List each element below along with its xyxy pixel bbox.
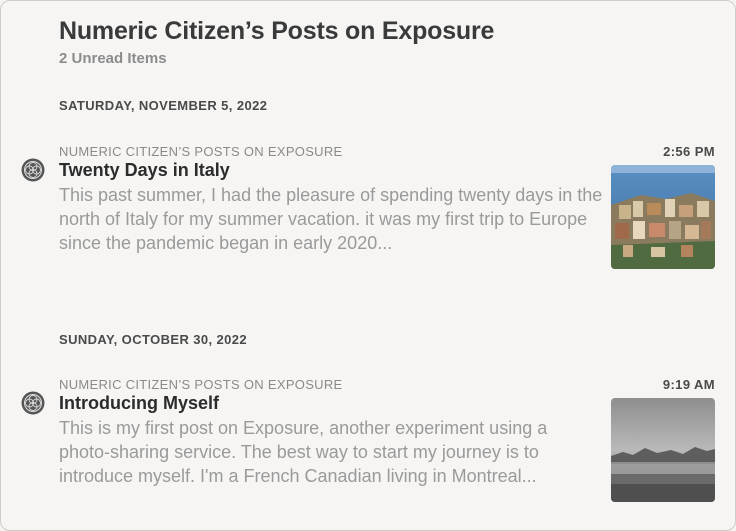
article-row[interactable]: NUMERIC CITIZEN’S POSTS ON EXPOSURE 9:19… [1,377,735,527]
feed-name: NUMERIC CITIZEN’S POSTS ON EXPOSURE [59,144,343,159]
timeline-header: Numeric Citizen’s Posts on Exposure 2 Un… [59,17,494,67]
date-header: SUNDAY, OCTOBER 30, 2022 [59,332,248,347]
article-time: 2:56 PM [663,144,715,159]
article-summary: This is my first post on Exposure, anoth… [59,418,548,486]
article-summary: This past summer, I had the pleasure of … [59,185,603,253]
timeline-pane: Numeric Citizen’s Posts on Exposure 2 Un… [0,0,736,531]
date-header: SATURDAY, NOVEMBER 5, 2022 [59,98,268,113]
article-time: 9:19 AM [662,377,715,392]
article-title: Introducing Myself [59,393,220,413]
exposure-logo-icon [21,158,45,182]
foggy-mountains-photo [611,398,715,502]
unread-count: 2 Unread Items [59,50,167,67]
feed-name: NUMERIC CITIZEN’S POSTS ON EXPOSURE [59,377,343,392]
page-title: Numeric Citizen’s Posts on Exposure [59,17,495,45]
article-row[interactable]: NUMERIC CITIZEN’S POSTS ON EXPOSURE 2:56… [1,144,735,294]
article-title: Twenty Days in Italy [59,160,230,180]
exposure-logo-icon [21,391,45,415]
coastal-village-photo [611,165,715,269]
